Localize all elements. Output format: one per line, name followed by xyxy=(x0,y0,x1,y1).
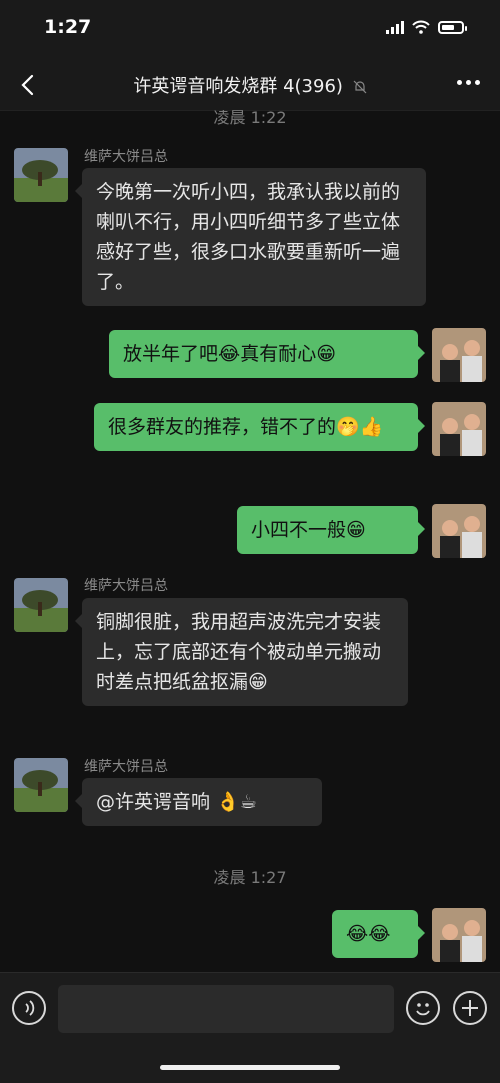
contact-avatar[interactable] xyxy=(14,758,68,812)
my-avatar[interactable] xyxy=(432,402,486,456)
emoji-icon[interactable] xyxy=(406,991,440,1025)
contact-avatar[interactable] xyxy=(14,578,68,632)
more-dots-icon[interactable] xyxy=(457,80,480,85)
my-avatar[interactable] xyxy=(432,908,486,962)
voice-icon[interactable] xyxy=(12,991,46,1025)
plus-icon[interactable] xyxy=(453,991,487,1025)
sender-name: 维萨大饼吕总 xyxy=(84,149,168,165)
input-bar xyxy=(0,972,500,1083)
message-bubble[interactable]: 放半年了吧😂真有耐心😁 xyxy=(109,330,425,378)
chat-messages[interactable]: 凌晨 1:22 维萨大饼吕总 今晚第一次听小四，我承认我以前的喇叭不行，用小四听… xyxy=(0,110,500,972)
status-bar: 1:27 xyxy=(0,0,500,60)
chat-title-text: 许英谔音响发烧群 4(396) xyxy=(133,76,343,97)
battery-icon xyxy=(438,20,467,34)
nav-bar: 许英谔音响发烧群 4(396) xyxy=(0,60,500,111)
message-bubble[interactable]: 铜脚很脏，我用超声波洗完才安装上，忘了底部还有个被动单元搬动时差点把纸盆抠漏😁 xyxy=(75,598,408,706)
signal-icon xyxy=(386,20,404,34)
timestamp: 凌晨 1:27 xyxy=(213,868,287,887)
mute-bell-icon xyxy=(353,80,367,94)
status-icons xyxy=(386,20,467,34)
my-avatar[interactable] xyxy=(432,504,486,558)
timestamp: 凌晨 1:22 xyxy=(213,110,287,127)
message-bubble[interactable]: @许英谔音响 👌☕ xyxy=(75,778,322,826)
message-bubble[interactable]: 😂😂 xyxy=(332,910,425,958)
sender-name: 维萨大饼吕总 xyxy=(84,759,168,775)
home-indicator xyxy=(160,1065,340,1070)
message-input[interactable] xyxy=(58,985,394,1033)
wifi-icon xyxy=(412,20,430,34)
message-bubble[interactable]: 小四不一般😁 xyxy=(237,506,425,554)
message-bubble[interactable]: 今晚第一次听小四，我承认我以前的喇叭不行，用小四听细节多了些立体感好了些，很多口… xyxy=(75,168,426,306)
sender-name: 维萨大饼吕总 xyxy=(84,578,168,594)
contact-avatar[interactable] xyxy=(14,148,68,202)
chat-title: 许英谔音响发烧群 4(396) xyxy=(0,72,500,98)
my-avatar[interactable] xyxy=(432,328,486,382)
status-time: 1:27 xyxy=(44,16,92,38)
message-bubble[interactable]: 很多群友的推荐，错不了的🤭👍 xyxy=(94,403,425,451)
